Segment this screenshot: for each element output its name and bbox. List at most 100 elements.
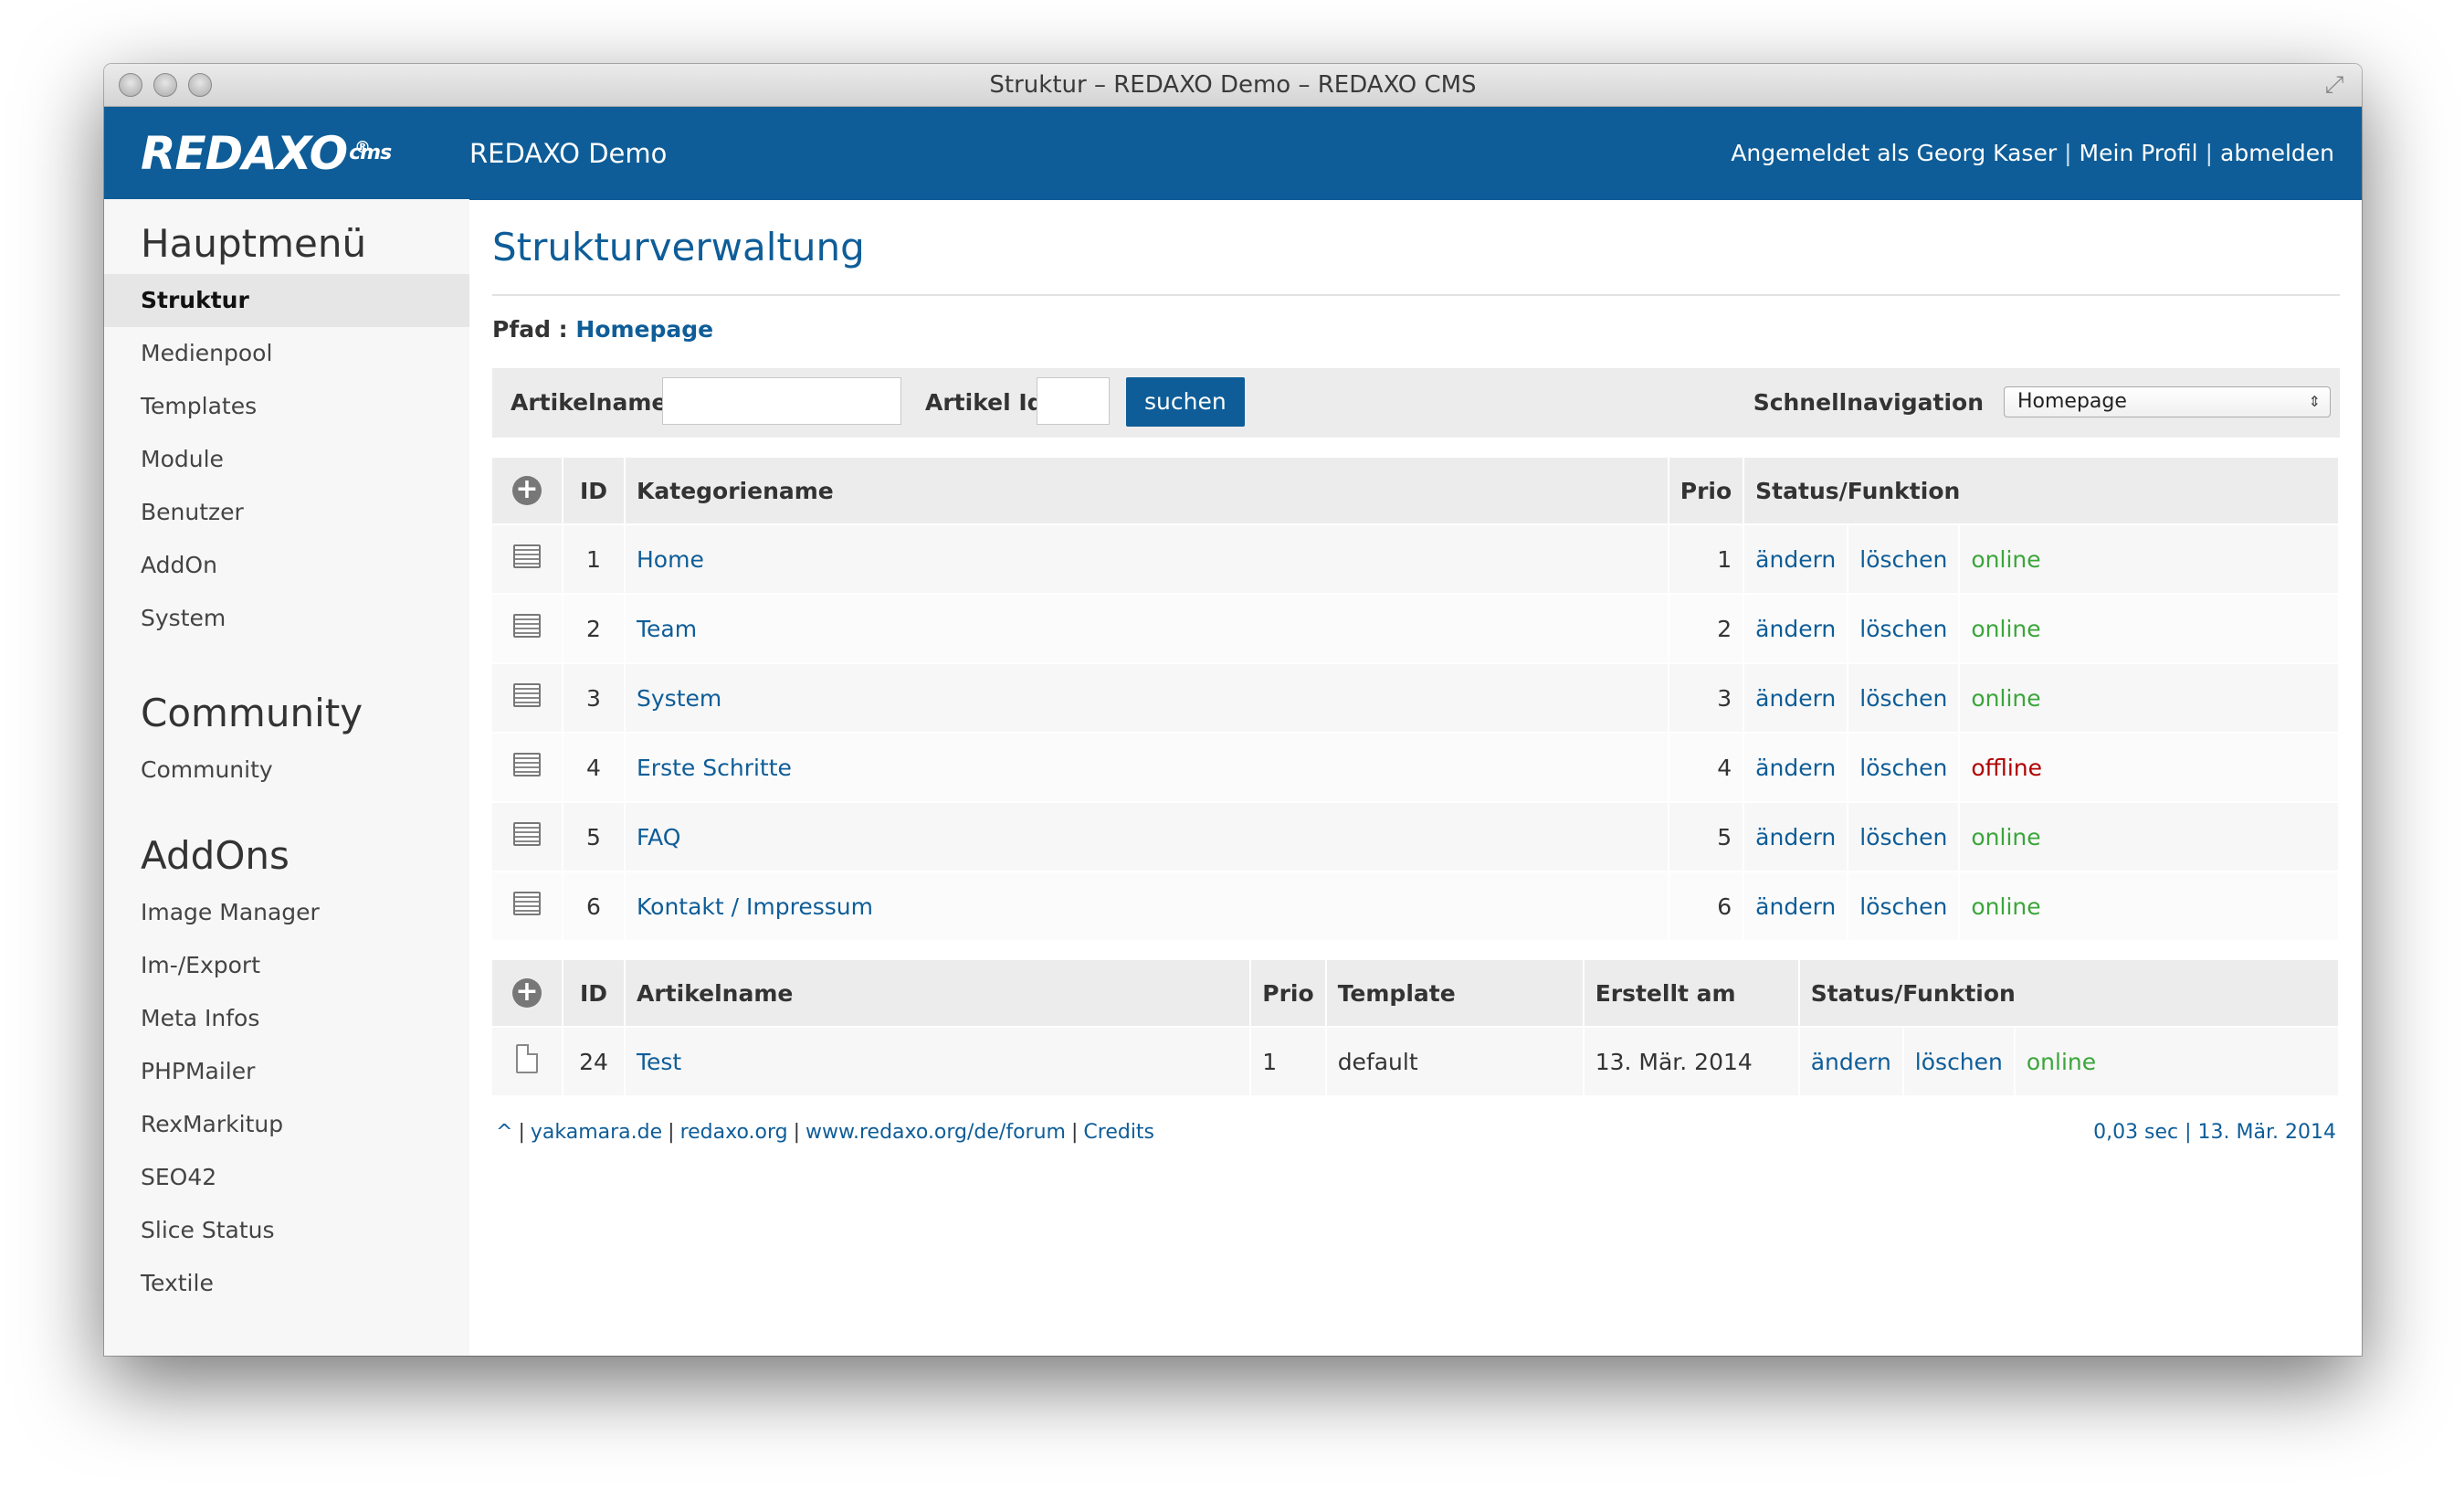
col-status-function: Status/Funktion bbox=[1744, 458, 2340, 523]
col-category-name: Kategoriename bbox=[626, 458, 1669, 523]
category-id: 2 bbox=[563, 593, 626, 662]
delete-link[interactable]: löschen bbox=[1859, 546, 1947, 573]
status-toggle[interactable]: online bbox=[1971, 616, 2040, 642]
category-name-link[interactable]: Home bbox=[637, 546, 704, 573]
status-toggle[interactable]: online bbox=[1971, 546, 2040, 573]
category-icon-cell bbox=[492, 662, 563, 732]
edit-cell: ändern bbox=[1744, 593, 1849, 662]
sidebar-item-slice-status[interactable]: Slice Status bbox=[104, 1204, 469, 1257]
status-toggle[interactable]: online bbox=[1971, 824, 2040, 850]
select-arrows-icon: ⇕ bbox=[2308, 393, 2321, 410]
delete-link[interactable]: löschen bbox=[1859, 893, 1947, 920]
separator: | bbox=[793, 1121, 801, 1144]
sidebar-item-textile[interactable]: Textile bbox=[104, 1257, 469, 1310]
footer-link-credits[interactable]: Credits bbox=[1083, 1121, 1154, 1144]
edit-link[interactable]: ändern bbox=[1755, 824, 1836, 850]
edit-link[interactable]: ändern bbox=[1755, 616, 1836, 642]
footer-link-redaxo[interactable]: redaxo.org bbox=[680, 1121, 788, 1144]
user-nav: Angemeldet als Georg Kaser | Mein Profil | a… bbox=[1731, 107, 2334, 200]
article-id-label: Artikel Id bbox=[925, 389, 1044, 416]
category-name-link[interactable]: FAQ bbox=[637, 824, 680, 850]
footer-stats: 0,03 sec | 13. Mär. 2014 bbox=[2093, 1121, 2336, 1144]
table-row: 5 FAQ 5 ändern löschen online bbox=[492, 801, 2340, 871]
sidebar-item-struktur[interactable]: Struktur bbox=[104, 274, 469, 327]
category-icon[interactable] bbox=[513, 544, 541, 568]
delete-link[interactable]: löschen bbox=[1859, 755, 1947, 781]
add-article-icon[interactable]: + bbox=[512, 978, 542, 1008]
col-template: Template bbox=[1326, 960, 1585, 1026]
sidebar-item-seo42[interactable]: SEO42 bbox=[104, 1151, 469, 1204]
category-id: 5 bbox=[563, 801, 626, 871]
status-toggle[interactable]: online bbox=[1971, 685, 2040, 712]
category-name-cell: Kontakt / Impressum bbox=[626, 871, 1669, 940]
delete-link[interactable]: löschen bbox=[1859, 616, 1947, 642]
category-prio: 2 bbox=[1669, 593, 1745, 662]
edit-cell: ändern bbox=[1744, 662, 1849, 732]
category-name-link[interactable]: Kontakt / Impressum bbox=[637, 893, 873, 920]
article-id-input[interactable] bbox=[1037, 377, 1110, 425]
article-name-link[interactable]: Test bbox=[637, 1049, 681, 1075]
footer-link-forum[interactable]: www.redaxo.org/de/forum bbox=[806, 1121, 1066, 1144]
delete-link[interactable]: löschen bbox=[1915, 1049, 2003, 1075]
status-toggle[interactable]: online bbox=[1971, 893, 2040, 920]
status-toggle[interactable]: offline bbox=[1971, 755, 2042, 781]
category-icon[interactable] bbox=[513, 892, 541, 915]
footer-link-yakamara[interactable]: yakamara.de bbox=[531, 1121, 662, 1144]
breadcrumb: Pfad : Homepage bbox=[492, 316, 2340, 343]
add-category-icon[interactable]: + bbox=[512, 476, 542, 505]
sidebar-item-rexmarkitup[interactable]: RexMarkitup bbox=[104, 1098, 469, 1151]
separator: | bbox=[2205, 140, 2214, 166]
separator: | bbox=[668, 1121, 675, 1144]
edit-link[interactable]: ändern bbox=[1755, 685, 1836, 712]
table-row: 2 Team 2 ändern löschen online bbox=[492, 593, 2340, 662]
sidebar-item-meta-infos[interactable]: Meta Infos bbox=[104, 992, 469, 1045]
category-icon[interactable] bbox=[513, 614, 541, 638]
sidebar-item-community[interactable]: Community bbox=[104, 744, 469, 797]
category-icon-cell bbox=[492, 871, 563, 940]
delete-link[interactable]: löschen bbox=[1859, 824, 1947, 850]
sidebar-item-system[interactable]: System bbox=[104, 592, 469, 645]
category-icon[interactable] bbox=[513, 683, 541, 707]
separator: | bbox=[518, 1121, 525, 1144]
footer-link-top[interactable]: ^ bbox=[496, 1121, 512, 1144]
sidebar-item-im-export[interactable]: Im-/Export bbox=[104, 939, 469, 992]
quicknav-select[interactable]: Homepage ⇕ bbox=[2004, 386, 2331, 417]
category-name-link[interactable]: System bbox=[637, 685, 721, 712]
edit-link[interactable]: ändern bbox=[1755, 755, 1836, 781]
document-icon[interactable] bbox=[516, 1044, 538, 1073]
edit-link[interactable]: ändern bbox=[1811, 1049, 1891, 1075]
delete-cell: löschen bbox=[1848, 871, 1961, 940]
category-id: 3 bbox=[563, 662, 626, 732]
search-button[interactable]: suchen bbox=[1126, 377, 1245, 427]
sidebar-item-medienpool[interactable]: Medienpool bbox=[104, 327, 469, 380]
logo-text: REDAXO bbox=[141, 127, 348, 180]
article-table-header: + ID Artikelname Prio Template Erstellt … bbox=[492, 960, 2340, 1026]
category-name-link[interactable]: Erste Schritte bbox=[637, 755, 792, 781]
sidebar-item-phpmailer[interactable]: PHPMailer bbox=[104, 1045, 469, 1098]
sidebar-item-module[interactable]: Module bbox=[104, 433, 469, 486]
article-template: default bbox=[1326, 1026, 1585, 1095]
edit-link[interactable]: ändern bbox=[1755, 546, 1836, 573]
edit-link[interactable]: ändern bbox=[1755, 893, 1836, 920]
fullscreen-icon[interactable]: ⤢ bbox=[2322, 72, 2347, 98]
sidebar-item-templates[interactable]: Templates bbox=[104, 380, 469, 433]
article-id: 24 bbox=[563, 1026, 626, 1095]
profile-link[interactable]: Mein Profil bbox=[2080, 140, 2198, 166]
logout-link[interactable]: abmelden bbox=[2220, 140, 2334, 166]
search-bar: Artikelname Artikel Id suchen Schnellnav… bbox=[492, 368, 2340, 438]
sidebar-item-benutzer[interactable]: Benutzer bbox=[104, 486, 469, 539]
path-link-homepage[interactable]: Homepage bbox=[575, 316, 713, 343]
redaxo-logo[interactable]: REDAXOcms ® bbox=[141, 131, 392, 176]
sidebar-item-addon[interactable]: AddOn bbox=[104, 539, 469, 592]
status-toggle[interactable]: online bbox=[2027, 1049, 2096, 1075]
delete-link[interactable]: löschen bbox=[1859, 685, 1947, 712]
delete-cell: löschen bbox=[1848, 801, 1961, 871]
category-table: + ID Kategoriename Prio Status/Funktion … bbox=[492, 458, 2340, 940]
category-icon[interactable] bbox=[513, 753, 541, 776]
category-icon[interactable] bbox=[513, 822, 541, 846]
sidebar-item-image-manager[interactable]: Image Manager bbox=[104, 886, 469, 939]
category-name-link[interactable]: Team bbox=[637, 616, 697, 642]
site-name[interactable]: REDAXO Demo bbox=[469, 107, 667, 200]
category-prio: 3 bbox=[1669, 662, 1745, 732]
article-name-input[interactable] bbox=[662, 377, 901, 425]
